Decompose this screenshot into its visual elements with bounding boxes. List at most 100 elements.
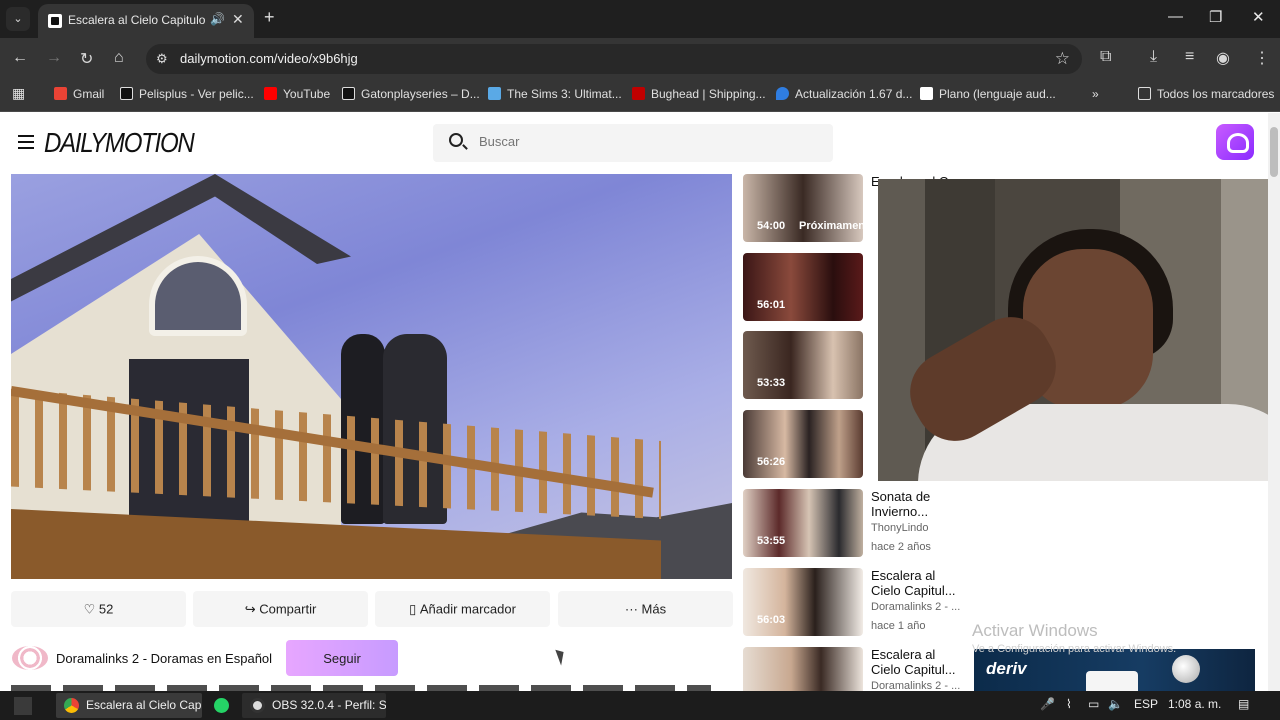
scrollbar-thumb[interactable] bbox=[1270, 127, 1278, 177]
related-date: hace 2 años bbox=[871, 541, 931, 553]
ad-banner[interactable]: deriv bbox=[974, 649, 1255, 691]
related-thumbnail[interactable]: 56:26 bbox=[743, 410, 863, 478]
user-avatar-icon[interactable] bbox=[1216, 124, 1254, 160]
start-icon[interactable] bbox=[14, 697, 32, 715]
related-thumbnail[interactable]: 56:03 bbox=[743, 568, 863, 636]
hamburger-menu-icon[interactable] bbox=[18, 135, 34, 149]
bookmark-wikipedia[interactable]: Plano (lenguaje aud... bbox=[920, 87, 1056, 101]
share-label: Compartir bbox=[259, 601, 317, 617]
address-bar[interactable]: ⚙ dailymotion.com/video/x9b6hjg ☆ bbox=[146, 44, 1082, 74]
extensions-icon[interactable]: ⧉ bbox=[1100, 48, 1111, 66]
like-count: 52 bbox=[98, 601, 114, 617]
back-icon[interactable]: ← bbox=[12, 49, 28, 67]
sims-icon bbox=[488, 87, 501, 100]
volume-icon[interactable]: 🔈 bbox=[1108, 697, 1123, 711]
related-channel[interactable]: Doramalinks 2 - ... bbox=[871, 680, 960, 691]
profile-icon[interactable]: ◉ bbox=[1216, 48, 1230, 68]
channel-name[interactable]: Doramalinks 2 - Doramas en Español bbox=[56, 651, 272, 666]
related-video[interactable]: 53:55 Sonata de Invierno... ThonyLindo h… bbox=[743, 489, 973, 557]
bookmark-actualizacion[interactable]: Actualización 1.67 d... bbox=[776, 87, 912, 101]
related-thumbnail[interactable]: 56:01 bbox=[743, 253, 863, 321]
related-channel[interactable]: ThonyLindo bbox=[871, 522, 929, 534]
taskbar-chrome[interactable]: Escalera al Cielo Capi... bbox=[56, 693, 202, 718]
more-button[interactable]: ··· Más bbox=[558, 591, 733, 627]
bookmark-button[interactable]: ▯ Añadir marcador bbox=[375, 591, 550, 627]
bughead-icon bbox=[632, 87, 645, 100]
related-title[interactable]: Escalera al Cielo Capitul... bbox=[871, 647, 967, 677]
site-info-icon[interactable]: ⚙ bbox=[156, 51, 168, 67]
tab-bar: ⌄ Escalera al Cielo Capitulo 1 🔊 ✕ + — ❐… bbox=[0, 0, 1280, 38]
clock[interactable]: 1:08 a. m. bbox=[1168, 697, 1221, 711]
ad-card-graphic bbox=[1086, 671, 1138, 691]
duration-label: 53:55 bbox=[757, 535, 786, 547]
menu-icon[interactable]: ⋮ bbox=[1254, 48, 1270, 68]
forward-icon[interactable]: → bbox=[46, 49, 62, 67]
duration-label: 53:33 bbox=[757, 377, 786, 389]
football-icon bbox=[1172, 655, 1200, 683]
dailymotion-favicon-icon bbox=[48, 14, 62, 28]
search-box[interactable] bbox=[433, 124, 833, 162]
bookmark-label: Gmail bbox=[73, 87, 105, 101]
more-bookmarks-icon[interactable]: » bbox=[1092, 87, 1099, 101]
like-button[interactable]: ♡ 52 bbox=[11, 591, 186, 627]
webcam-overlay bbox=[878, 179, 1268, 481]
obs-icon bbox=[250, 698, 265, 713]
reload-icon[interactable]: ↻ bbox=[80, 49, 93, 69]
pelisplus-icon bbox=[120, 87, 133, 100]
close-window-button[interactable]: ✕ bbox=[1252, 8, 1265, 26]
taskbar-whatsapp[interactable] bbox=[206, 693, 238, 718]
duration-label: 54:00 bbox=[757, 220, 786, 232]
all-bookmarks-folder[interactable]: Todos los marcadores bbox=[1138, 87, 1274, 101]
bookmark-gmail[interactable]: Gmail bbox=[54, 87, 104, 101]
apps-grid-icon[interactable]: ▦ bbox=[12, 85, 25, 102]
search-icon[interactable] bbox=[449, 133, 463, 147]
dailymotion-logo[interactable]: DAILYMOTION bbox=[44, 127, 195, 159]
video-player[interactable] bbox=[11, 174, 732, 579]
bookmark-sims[interactable]: The Sims 3: Ultimat... bbox=[488, 87, 622, 101]
search-input[interactable] bbox=[479, 134, 819, 149]
url-text[interactable]: dailymotion.com/video/x9b6hjg bbox=[180, 51, 358, 66]
follow-button[interactable]: Seguir bbox=[286, 640, 398, 676]
close-tab-icon[interactable]: ✕ bbox=[232, 11, 244, 28]
related-thumbnail[interactable]: 53:33 bbox=[743, 331, 863, 399]
microphone-icon[interactable]: 🎤 bbox=[1040, 697, 1055, 711]
share-button[interactable]: ↪ Compartir bbox=[193, 591, 368, 627]
page-scrollbar[interactable] bbox=[1268, 113, 1280, 691]
restore-button[interactable]: ❐ bbox=[1209, 8, 1222, 26]
gatonplay-icon bbox=[342, 87, 355, 100]
related-title[interactable]: Escalera al Cielo Capitul... bbox=[871, 568, 967, 598]
bookmark-youtube[interactable]: YouTube bbox=[264, 87, 330, 101]
related-thumbnail[interactable]: 54:00 Próximamente bbox=[743, 174, 863, 242]
new-tab-button[interactable]: + bbox=[264, 7, 275, 28]
taskbar-obs[interactable]: OBS 32.0.4 - Perfil: Si... bbox=[242, 693, 386, 718]
network-icon[interactable]: ⌇ bbox=[1066, 697, 1072, 711]
channel-avatar[interactable] bbox=[12, 646, 48, 670]
related-title[interactable]: Sonata de Invierno... bbox=[871, 489, 967, 519]
gmail-icon bbox=[54, 87, 67, 100]
tab-search-button[interactable]: ⌄ bbox=[6, 7, 30, 31]
ad-logo: deriv bbox=[986, 659, 1027, 678]
bookmark-gatonplay[interactable]: Gatonplayseries – D... bbox=[342, 87, 480, 101]
whatsapp-icon bbox=[214, 698, 229, 713]
media-control-icon[interactable]: ≡ bbox=[1185, 48, 1194, 66]
language-indicator[interactable]: ESP bbox=[1134, 697, 1158, 711]
bookmark-label: YouTube bbox=[283, 87, 331, 101]
bookmark-bughead[interactable]: Bughead | Shipping... bbox=[632, 87, 766, 101]
related-video[interactable]: Escalera al Cielo Capitul... Doramalinks… bbox=[743, 647, 973, 691]
bookmark-pelisplus[interactable]: Pelisplus - Ver pelic... bbox=[120, 87, 254, 101]
battery-icon[interactable]: ▭ bbox=[1088, 697, 1099, 711]
related-channel[interactable]: Doramalinks 2 - ... bbox=[871, 601, 960, 613]
download-icon[interactable]: ⤓ bbox=[1150, 48, 1157, 66]
share-icon: ↪ bbox=[244, 601, 260, 617]
minimize-button[interactable]: — bbox=[1168, 8, 1183, 25]
more-dots-icon: ··· bbox=[624, 601, 642, 617]
related-thumbnail[interactable]: 53:55 bbox=[743, 489, 863, 557]
all-bookmarks-label: Todos los marcadores bbox=[1157, 87, 1275, 101]
related-video[interactable]: 56:03 Escalera al Cielo Capitul... Doram… bbox=[743, 568, 973, 636]
notifications-icon[interactable]: ▤ bbox=[1238, 697, 1249, 711]
speaker-icon[interactable]: 🔊 bbox=[210, 12, 225, 26]
related-thumbnail[interactable] bbox=[743, 647, 863, 691]
bookmark-star-icon[interactable]: ☆ bbox=[1055, 49, 1070, 69]
home-icon[interactable]: ⌂ bbox=[114, 49, 124, 67]
browser-tab[interactable]: Escalera al Cielo Capitulo 1 🔊 ✕ bbox=[38, 4, 254, 38]
